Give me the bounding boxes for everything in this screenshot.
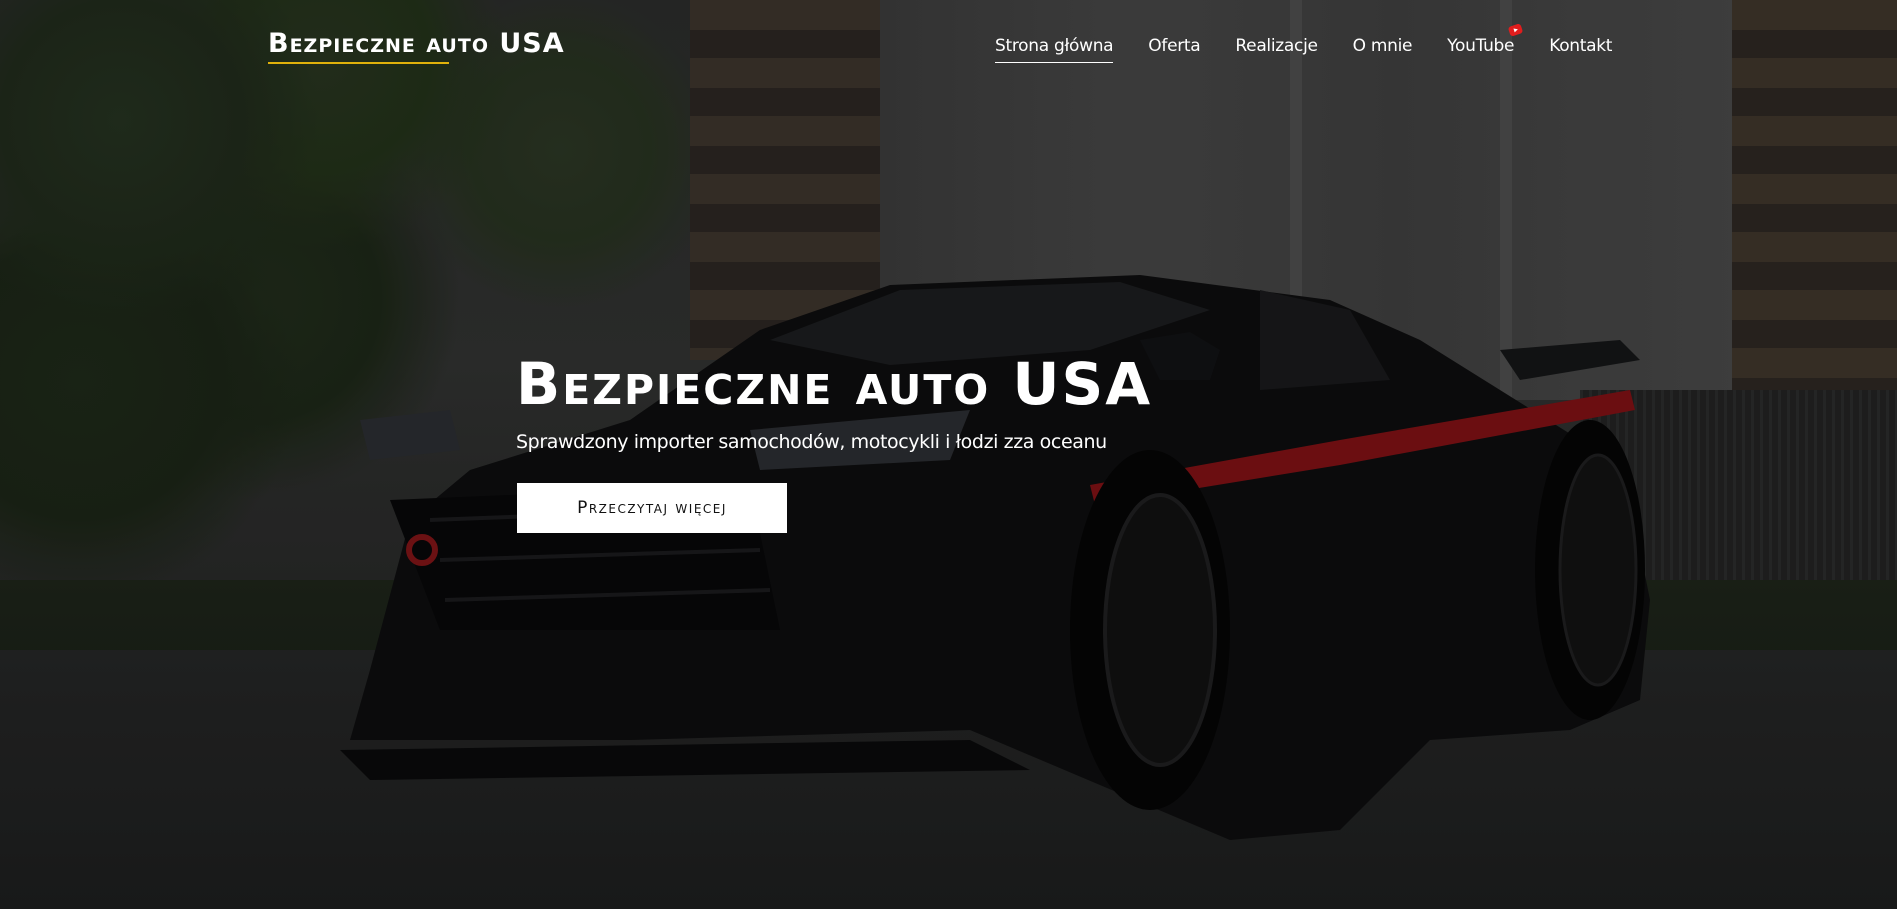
car-spoiler xyxy=(1500,340,1640,380)
main-nav: Strona główna Oferta Realizacje O mnie Y… xyxy=(995,23,1612,63)
site-header: Bezpieczne auto USA Strona główna Oferta… xyxy=(0,0,1897,90)
nav-item-kontakt[interactable]: Kontakt xyxy=(1549,36,1612,56)
hero-subtitle: Sprawdzony importer samochodów, motocykl… xyxy=(516,431,1107,453)
read-more-button[interactable]: Przeczytaj więcej xyxy=(517,483,787,533)
nav-item-youtube-label: YouTube xyxy=(1447,36,1515,56)
youtube-icon xyxy=(1507,23,1524,37)
car-splitter xyxy=(340,740,1030,780)
hero-title: Bezpieczne auto USA xyxy=(516,350,1153,418)
nav-item-oferta[interactable]: Oferta xyxy=(1148,36,1200,56)
nav-item-youtube[interactable]: YouTube xyxy=(1447,23,1524,56)
site-logo[interactable]: Bezpieczne auto USA xyxy=(268,28,565,59)
nav-item-strona-glowna[interactable]: Strona główna xyxy=(995,36,1114,63)
car-headlight xyxy=(360,410,460,460)
hero-section: Bezpieczne auto USA Strona główna Oferta… xyxy=(0,0,1897,909)
logo-underline xyxy=(268,62,449,64)
nav-item-o-mnie[interactable]: O mnie xyxy=(1353,36,1413,56)
car-front-rim xyxy=(1103,493,1217,767)
car-rear-rim xyxy=(1558,453,1638,687)
nav-item-realizacje[interactable]: Realizacje xyxy=(1235,36,1318,56)
